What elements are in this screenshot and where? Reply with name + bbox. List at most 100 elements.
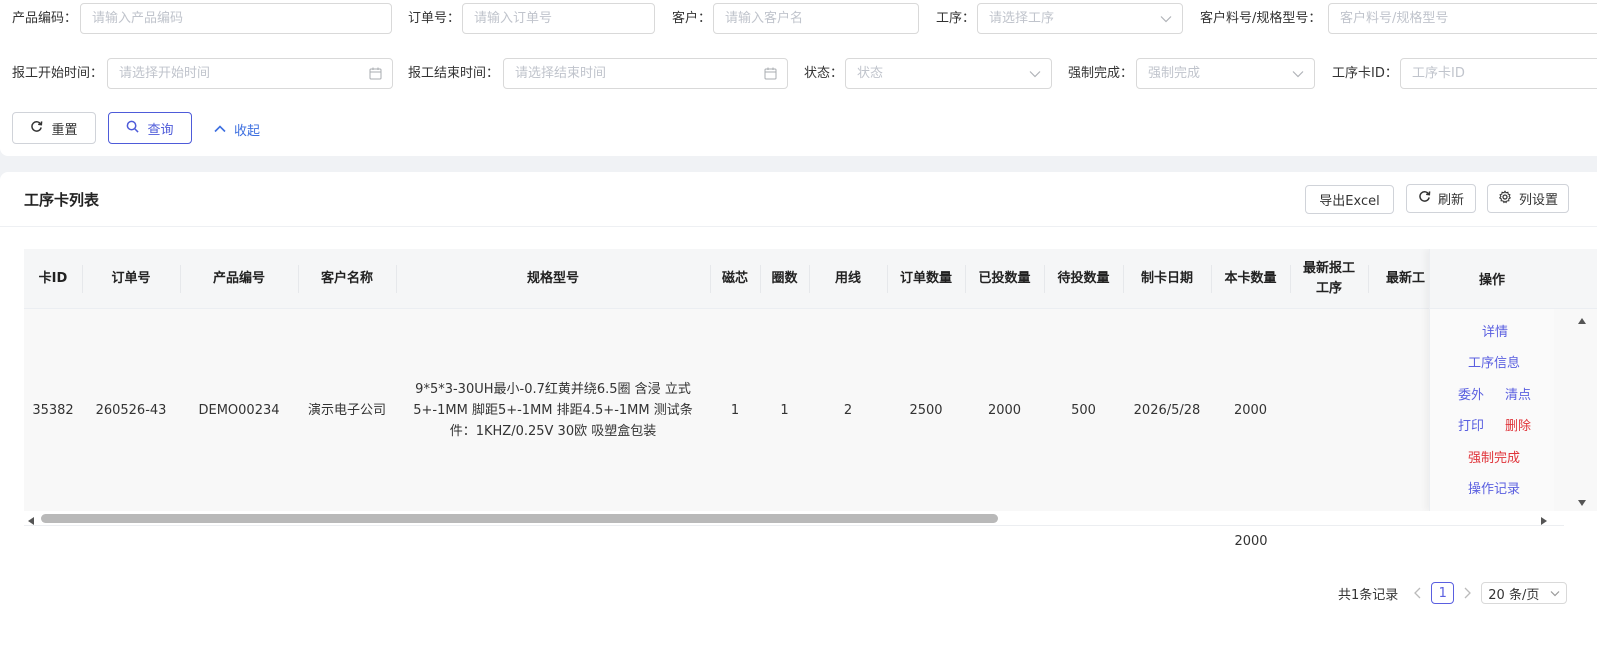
page-size-select[interactable]: 20 条/页 bbox=[1481, 582, 1568, 604]
header-turns[interactable]: 圈数 bbox=[760, 249, 809, 309]
refresh-icon bbox=[1418, 190, 1431, 207]
header-fed-qty[interactable]: 已投数量 bbox=[965, 249, 1044, 309]
header-order-no[interactable]: 订单号 bbox=[82, 249, 180, 309]
refresh-icon bbox=[30, 120, 43, 137]
header-spec[interactable]: 规格型号 bbox=[396, 249, 710, 309]
chevron-down-icon bbox=[1160, 4, 1172, 33]
cell-fed-qty: 2000 bbox=[987, 402, 1022, 418]
customer-label: 客户： bbox=[672, 11, 712, 26]
outsource-link[interactable]: 委外 bbox=[1458, 384, 1484, 403]
vertical-scrollbar[interactable] bbox=[1576, 309, 1588, 511]
search-icon bbox=[126, 120, 140, 137]
scroll-left-arrow-icon bbox=[28, 514, 34, 529]
detail-link[interactable]: 详情 bbox=[1482, 321, 1508, 340]
order-no-input[interactable]: 请输入订单号 bbox=[462, 3, 655, 34]
prev-page-icon[interactable] bbox=[1414, 587, 1422, 599]
refresh-label: 刷新 bbox=[1437, 193, 1464, 208]
card-id-label: 工序卡ID： bbox=[1332, 66, 1398, 81]
table-card: 工序卡列表 导出Excel 刷新 列设置 卡ID 订单号 产品编号 客户名称 规… bbox=[0, 172, 1597, 656]
customer-part-label: 客户料号/规格型号： bbox=[1200, 11, 1322, 26]
force-complete-placeholder: 强制完成 bbox=[1148, 66, 1201, 81]
cell-turns: 1 bbox=[780, 402, 789, 418]
card-title: 工序卡列表 bbox=[24, 191, 100, 209]
process-label: 工序： bbox=[936, 11, 976, 26]
export-excel-button[interactable]: 导出Excel bbox=[1305, 185, 1394, 214]
horizontal-scrollbar[interactable] bbox=[24, 511, 1554, 525]
header-product-code[interactable]: 产品编号 bbox=[180, 249, 298, 309]
product-code-input[interactable]: 请输入产品编码 bbox=[80, 3, 392, 34]
cell-product-code: DEMO00234 bbox=[198, 402, 280, 418]
cell-spec: 9*5*3-30UH最小-0.7红黄并绕6.5圈 含浸 立式5+-1MM 脚距5… bbox=[413, 381, 693, 439]
cell-pending-qty: 500 bbox=[1071, 402, 1096, 418]
report-start-picker[interactable]: 请选择开始时间 bbox=[107, 58, 393, 89]
header-made-date[interactable]: 制卡日期 bbox=[1123, 249, 1211, 309]
cell-core: 1 bbox=[730, 402, 740, 418]
cell-order-qty: 2500 bbox=[909, 402, 943, 418]
scroll-up-arrow-icon bbox=[1578, 313, 1586, 328]
total-records: 共1条记录 bbox=[1338, 587, 1399, 603]
card-divider bbox=[0, 226, 1597, 227]
operation-column: 操作 详情 工序信息 委外 清点 打印 删除 强制完成 操作记录 bbox=[1429, 249, 1554, 511]
collapse-link[interactable]: 收起 bbox=[214, 120, 260, 139]
summary-divider bbox=[24, 525, 1564, 526]
export-label: 导出Excel bbox=[1319, 194, 1380, 209]
count-link[interactable]: 清点 bbox=[1505, 384, 1531, 403]
header-pending-qty[interactable]: 待投数量 bbox=[1044, 249, 1123, 309]
print-link[interactable]: 打印 bbox=[1458, 415, 1484, 434]
scroll-right-arrow-icon bbox=[1541, 514, 1547, 529]
product-code-label: 产品编码： bbox=[12, 11, 78, 26]
operation-log-link[interactable]: 操作记录 bbox=[1468, 478, 1520, 497]
header-operation: 操作 bbox=[1430, 249, 1554, 309]
page-1-button[interactable]: 1 bbox=[1431, 582, 1455, 604]
header-latest-process-line2: 工序 bbox=[1315, 281, 1342, 296]
force-complete-label: 强制完成： bbox=[1068, 66, 1134, 81]
header-latest-process[interactable]: 最新报工 工序 bbox=[1290, 249, 1368, 309]
process-placeholder: 请选择工序 bbox=[989, 11, 1055, 26]
summary-card-qty: 2000 bbox=[1234, 534, 1268, 549]
header-card-id[interactable]: 卡ID bbox=[24, 249, 82, 309]
header-card-qty[interactable]: 本卡数量 bbox=[1211, 249, 1290, 309]
calendar-icon bbox=[369, 59, 382, 88]
reset-button[interactable]: 重置 bbox=[12, 112, 96, 144]
chevron-down-icon bbox=[1029, 59, 1041, 88]
process-select[interactable]: 请选择工序 bbox=[977, 3, 1183, 34]
cell-card-id: 35382 bbox=[32, 402, 74, 418]
gear-icon bbox=[1498, 189, 1512, 208]
chevron-down-icon bbox=[1550, 590, 1560, 597]
query-button[interactable]: 查询 bbox=[108, 112, 192, 144]
refresh-button[interactable]: 刷新 bbox=[1406, 184, 1476, 213]
column-settings-label: 列设置 bbox=[1518, 193, 1558, 208]
force-complete-link[interactable]: 强制完成 bbox=[1468, 447, 1520, 466]
column-settings-button[interactable]: 列设置 bbox=[1487, 184, 1569, 213]
header-latest-process-line1: 最新报工 bbox=[1302, 261, 1355, 276]
status-placeholder: 状态 bbox=[857, 66, 884, 81]
scrollbar-thumb[interactable] bbox=[41, 514, 998, 523]
chevron-up-icon bbox=[214, 122, 226, 137]
status-select[interactable]: 状态 bbox=[845, 58, 1052, 89]
force-complete-select[interactable]: 强制完成 bbox=[1136, 58, 1315, 89]
next-page-icon[interactable] bbox=[1463, 587, 1472, 599]
scroll-down-arrow-icon bbox=[1578, 495, 1586, 510]
customer-input[interactable]: 请输入客户名 bbox=[713, 3, 919, 34]
header-customer-name[interactable]: 客户名称 bbox=[298, 249, 396, 309]
cell-customer-name: 演示电子公司 bbox=[307, 402, 386, 418]
query-label: 查询 bbox=[147, 122, 174, 138]
reset-label: 重置 bbox=[51, 122, 78, 138]
customer-part-input[interactable]: 客户料号/规格型号 bbox=[1328, 3, 1597, 34]
report-start-label: 报工开始时间： bbox=[12, 66, 104, 81]
delete-link[interactable]: 删除 bbox=[1505, 415, 1531, 434]
order-no-label: 订单号： bbox=[408, 11, 461, 26]
report-end-placeholder: 请选择结束时间 bbox=[515, 66, 607, 81]
cell-made-date: 2026/5/28 bbox=[1133, 402, 1201, 418]
cell-wire: 2 bbox=[843, 402, 853, 418]
process-info-link[interactable]: 工序信息 bbox=[1468, 352, 1520, 371]
header-order-qty[interactable]: 订单数量 bbox=[887, 249, 965, 309]
header-wire[interactable]: 用线 bbox=[809, 249, 887, 309]
table-row[interactable]: 35382 260526-43 DEMO00234 演示电子公司 9*5*3-3… bbox=[24, 309, 1597, 511]
card-id-input[interactable]: 工序卡ID bbox=[1400, 58, 1597, 89]
header-core[interactable]: 磁芯 bbox=[710, 249, 760, 309]
report-end-picker[interactable]: 请选择结束时间 bbox=[503, 58, 788, 89]
collapse-label: 收起 bbox=[234, 124, 261, 139]
calendar-icon bbox=[764, 59, 777, 88]
page-size-value: 20 条/页 bbox=[1488, 587, 1540, 603]
